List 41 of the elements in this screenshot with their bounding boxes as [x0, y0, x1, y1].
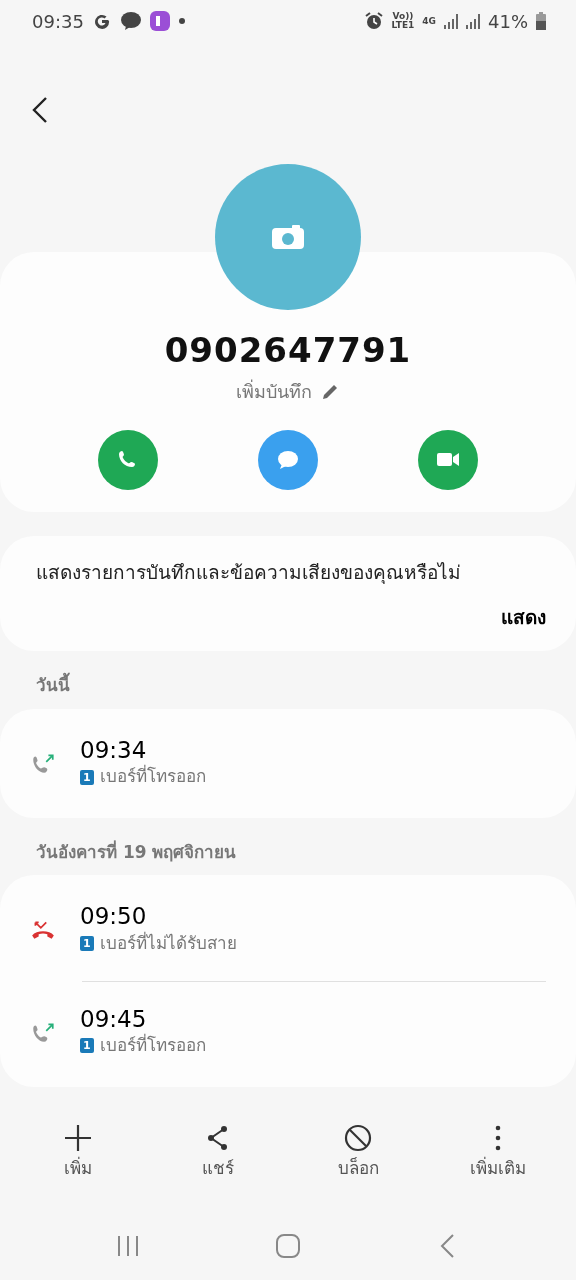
chat-bubble-icon	[119, 11, 142, 31]
more-icon	[495, 1123, 501, 1152]
camera-icon	[272, 225, 304, 249]
toolbar-button[interactable]: แชร์	[153, 1122, 283, 1183]
call-type-label: เบอร์ที่โทรออก	[99, 1033, 206, 1058]
back-icon	[32, 96, 48, 124]
sim-badge: 1	[80, 936, 94, 952]
block-icon	[344, 1123, 372, 1152]
call-log-row[interactable]: 09:34 1 เบอร์ที่โทรออก	[0, 712, 576, 814]
lte-label: LTE1	[391, 21, 415, 30]
alarm-icon	[363, 11, 384, 31]
notice-text: แสดงรายการบันทึกและข้อความเสียงของคุณหรือไม่	[36, 560, 462, 586]
home-icon	[276, 1233, 300, 1258]
volte-label: Vo))	[391, 12, 415, 21]
battery-icon	[536, 12, 546, 30]
recents-icon	[116, 1233, 140, 1258]
toolbar-button[interactable]: บล็อก	[293, 1122, 423, 1183]
call-time: 09:50	[80, 903, 148, 931]
show-button[interactable]: แสดง	[501, 602, 546, 632]
plus-icon	[64, 1123, 92, 1152]
network-label: 4G	[422, 16, 436, 26]
sim-badge: 1	[80, 769, 94, 785]
app-icon	[149, 11, 170, 31]
signal-icon	[444, 13, 458, 29]
date-heading: วันนี้	[0, 651, 576, 709]
add-note-button[interactable]: เพิ่มบันทึก	[230, 377, 346, 407]
phone-number: 0902647791	[163, 332, 413, 370]
signal-icon	[466, 13, 480, 29]
dot-icon	[177, 17, 186, 25]
call-time: 09:45	[80, 1005, 148, 1033]
call-log-row[interactable]: 09:50 1 เบอร์ที่ไม่ได้รับสาย	[0, 879, 576, 981]
call-type-label: เบอร์ที่โทรออก	[99, 764, 206, 789]
toolbar-button[interactable]: เพิ่ม	[13, 1122, 143, 1183]
call-log-row[interactable]: 09:45 1 เบอร์ที่โทรออก	[0, 981, 576, 1083]
status-time: 09:35	[32, 9, 84, 34]
sim-badge: 1	[80, 1038, 94, 1054]
toolbar-button[interactable]: เพิ่มเติม	[433, 1122, 563, 1183]
call-type-label: เบอร์ที่ไม่ได้รับสาย	[99, 931, 237, 956]
date-heading: วันอังคารที่ 19 พฤศจิกายน	[35, 839, 238, 864]
call-time: 09:34	[80, 736, 148, 764]
battery-level: 41%	[488, 9, 528, 34]
